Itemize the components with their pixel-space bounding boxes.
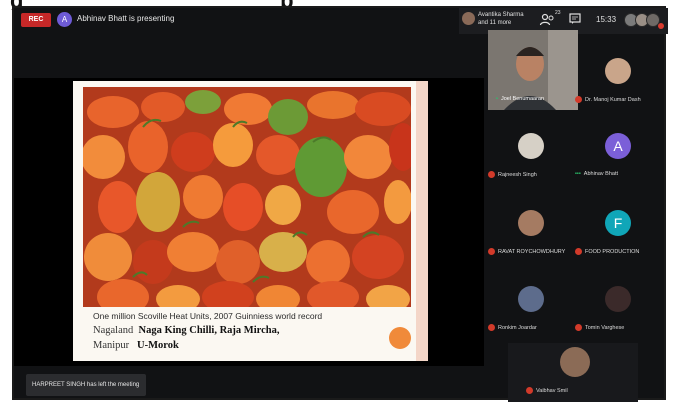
mic-off-icon [575,248,582,255]
participant-name: RAVAT ROYCHOWDHURY [488,248,565,255]
mic-off-badge-icon [658,23,664,29]
mic-off-icon [488,171,495,178]
slide-line-1: Nagaland Naga King Chilli, Raja Mircha, [93,325,279,336]
host-avatar [462,12,475,25]
presenting-status: Abhinav Bhatt is presenting [77,14,175,23]
slide-line-1-bold: Naga King Chilli, Raja Mircha, [138,325,280,336]
recording-badge: REC [21,13,51,27]
mic-off-icon [575,324,582,331]
mic-off-icon [575,96,582,103]
participant-avatar: A [605,133,631,159]
self-view-badges[interactable] [624,13,664,29]
slide-line-2-bold: U-Morok [137,340,179,351]
participant-avatar [518,286,544,312]
slide-accent-bar [416,81,428,361]
presenter-avatar: A [57,12,72,27]
participant-tile[interactable]: F FOOD PRODUCTION [575,200,661,270]
mic-off-icon [488,248,495,255]
participant-avatar [518,133,544,159]
participant-name: FOOD PRODUCTION [575,248,639,255]
screenshot-frame: g p REC A Abhinav Bhatt is presenting Av… [0,0,695,403]
meeting-notification: HARPREET SINGH has left the meeting [26,374,146,396]
participant-name: Tomin Varghese [575,324,624,331]
participant-tile[interactable]: Rajneesh Singh [488,123,574,193]
mic-off-icon [488,324,495,331]
participants-count: 23 [555,10,561,16]
speaking-indicator-icon: ••• [575,171,581,177]
chilli-image [83,87,411,307]
participant-avatar [605,58,631,84]
slide-line-2: Manipur U-Morok [93,340,179,351]
participant-avatar [560,347,590,377]
participant-tile[interactable]: Ronkim Joardar [488,276,574,346]
slide-line-1-prefix: Nagaland [93,325,134,336]
chilli-photo [83,87,411,307]
participant-tile[interactable]: RAVAT ROYCHOWDHURY [488,200,574,270]
slide-orange-dot [389,327,411,349]
participant-name: Rajneesh Singh [488,171,537,178]
participant-tile[interactable]: A ••• Abhinav Bhatt [575,123,661,193]
host-info[interactable]: Avantika Sharma and 11 more [478,11,524,27]
video-participant-name: • Joel Benumaaran [496,96,545,102]
meeting-window: REC A Abhinav Bhatt is presenting Avanti… [12,6,668,402]
participant-name: Dr. Manoj Kumar Dash [575,96,641,103]
participant-avatar: F [605,210,631,236]
participant-avatar [518,210,544,236]
participant-name: ••• Abhinav Bhatt [575,171,619,177]
participant-name: Vaibhav Smil [526,387,568,394]
participant-video-tile[interactable]: • Joel Benumaaran [488,30,578,110]
presentation-slide: One million Scoville Heat Units, 2007 Gu… [73,81,428,361]
participant-tile[interactable]: Vaibhav Smil [508,343,638,402]
slide-line-2-prefix: Manipur [93,340,130,351]
chat-icon[interactable] [569,13,581,25]
participant-avatar [605,286,631,312]
participant-tile[interactable]: Tomin Varghese [575,276,661,346]
participant-name: Ronkim Joardar [488,324,537,331]
mic-off-icon [526,387,533,394]
host-more: and 11 more [478,20,512,26]
clock: 15:33 [596,15,617,24]
speaking-indicator-icon: • [496,96,498,102]
slide-caption: One million Scoville Heat Units, 2007 Gu… [93,311,323,321]
participant-tile[interactable]: Dr. Manoj Kumar Dash [575,48,661,118]
host-name: Avantika Sharma [478,12,524,18]
